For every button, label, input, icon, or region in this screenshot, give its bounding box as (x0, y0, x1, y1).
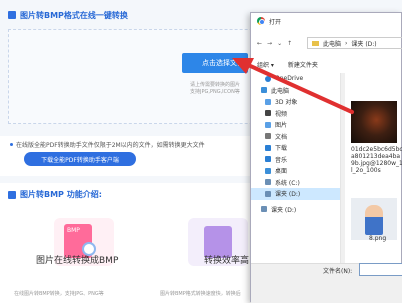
choose-file-button[interactable]: 点击选择文件 (182, 53, 248, 73)
dialog-titlebar: 打开 (251, 13, 401, 29)
music-icon (265, 156, 271, 163)
nav-item-desktop[interactable]: 桌面 (251, 165, 341, 177)
organize-menu[interactable]: 组织 ▾ (257, 60, 274, 69)
navigation-pane: OneDrive 此电脑 3D 对象 视频 图片 文档 下载 音乐 桌面 系统 … (251, 73, 341, 263)
nav-item-downloads[interactable]: 下载 (251, 142, 341, 154)
nav-label: 课夹 (D:) (271, 206, 297, 214)
cube-icon (265, 98, 271, 105)
breadcrumb-this-pc[interactable]: 此电脑 (323, 39, 341, 48)
new-folder-button[interactable]: 新建文件夹 (288, 60, 318, 69)
nav-item-this-pc[interactable]: 此电脑 (251, 85, 341, 97)
breadcrumb-separator-icon: › (345, 39, 348, 47)
breadcrumb-drive-d[interactable]: 课夹 (D:) (351, 39, 376, 48)
features-title: 图片转BMP 功能介绍: (20, 190, 102, 199)
address-path-box[interactable]: 此电脑 › 课夹 (D:) (307, 37, 402, 49)
back-arrow-icon[interactable]: ← (257, 40, 262, 47)
nav-item-drive-d-2[interactable]: 课夹 (D:) (251, 204, 341, 216)
nav-item-drive-c[interactable]: 系统 (C:) (251, 177, 341, 189)
video-icon (265, 110, 271, 117)
file-name-2[interactable]: 8.png (369, 235, 399, 242)
nav-label: 音乐 (275, 156, 288, 164)
image-icon (8, 190, 16, 199)
computer-icon (261, 87, 267, 94)
nav-label: 3D 对象 (275, 99, 298, 107)
nav-label: 系统 (C:) (275, 179, 300, 187)
desktop-icon (265, 167, 271, 174)
nav-label: 文档 (275, 133, 288, 141)
features-header: 图片转BMP 功能介绍: (8, 189, 102, 200)
file-thumbnail-1[interactable] (351, 101, 397, 143)
feature-1-title: 图片在线转换成BMP (36, 256, 119, 266)
file-name-input[interactable] (359, 263, 402, 276)
dialog-toolbar: 组织 ▾ 新建文件夹 (257, 60, 318, 69)
file-name-label: 文件名(N): (323, 268, 353, 275)
child-photo (365, 205, 383, 235)
picture-icon (265, 121, 271, 128)
nav-item-onedrive[interactable]: OneDrive (251, 73, 341, 85)
nav-label: 视频 (275, 110, 288, 118)
nav-label: OneDrive (275, 75, 304, 83)
feature-2-subtitle: 图片转BMP格式转换速度快，转换后 (160, 291, 241, 297)
section-title: 图片转BMP格式在线一键转换 (20, 10, 128, 20)
nav-label: 下载 (275, 145, 288, 153)
forward-arrow-icon[interactable]: → (267, 40, 272, 47)
nav-item-3d-objects[interactable]: 3D 对象 (251, 96, 341, 108)
nav-label: 此电脑 (271, 87, 290, 95)
feature-1-subtitle: 在线图片转BMP转换，支持JPG、PNG等 (14, 291, 104, 297)
nav-item-drive-d[interactable]: 课夹 (D:) (251, 188, 341, 200)
file-name-1[interactable]: 01dc2e5bc6d5bca801213dea4ba9b.jpg@1280w_… (351, 146, 402, 174)
nav-item-pictures[interactable]: 图片 (251, 119, 341, 131)
nav-item-documents[interactable]: 文档 (251, 131, 341, 143)
bmp-badge-label: BMP (67, 227, 80, 234)
document-icon (265, 133, 271, 140)
section-header: 图片转BMP格式在线一键转换 (0, 8, 128, 22)
dialog-title: 打开 (269, 18, 282, 26)
nav-label: 图片 (275, 122, 288, 130)
nav-item-music[interactable]: 音乐 (251, 154, 341, 166)
download-client-button[interactable]: 下载全能PDF转换助手客户端 (24, 152, 136, 166)
chrome-icon (257, 17, 265, 25)
dropdown-icon[interactable]: ⌄ (277, 40, 282, 47)
nav-label: 桌面 (275, 168, 288, 176)
nav-label: 课夹 (D:) (275, 191, 301, 199)
drive-icon (265, 179, 271, 186)
drive-icon (261, 206, 267, 213)
image-icon (8, 11, 16, 19)
feature-2-title: 转换效率高 (204, 256, 250, 266)
up-arrow-icon[interactable]: ↑ (287, 40, 292, 47)
file-open-dialog: 打开 ← → ⌄ ↑ 此电脑 › 课夹 (D:) 组织 ▾ 新建文件夹 OneD… (250, 12, 402, 303)
bullet-icon (10, 143, 13, 146)
download-icon (265, 144, 271, 151)
drive-icon (265, 190, 271, 197)
notice-text: 在线版全能PDF转换助手文件仅限于2M以内的文件，如需转换更大文件 (16, 142, 205, 149)
nav-item-videos[interactable]: 视频 (251, 108, 341, 120)
cloud-icon (265, 75, 271, 82)
navigation-scrollbar[interactable] (341, 73, 345, 263)
folder-icon (312, 40, 319, 46)
